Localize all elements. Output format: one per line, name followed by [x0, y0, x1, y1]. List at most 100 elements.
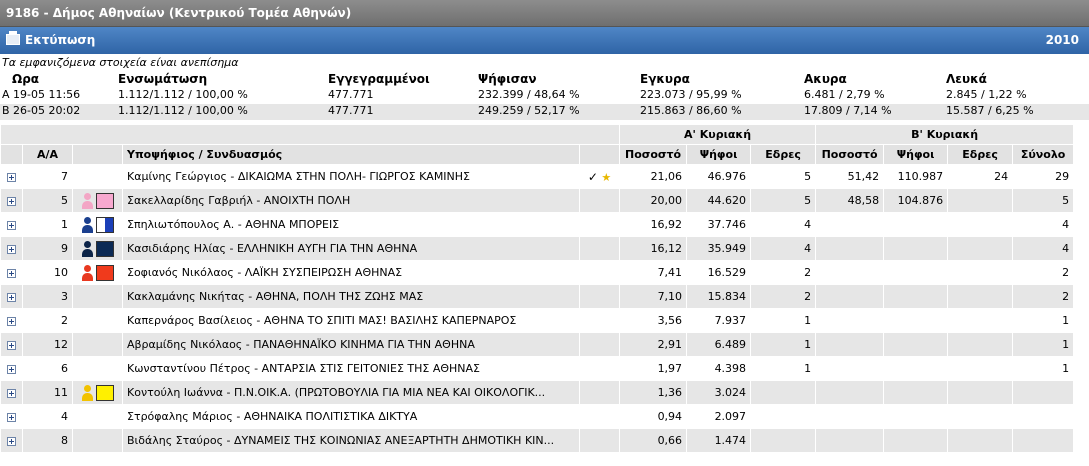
turnout-akyra: 17.809 / 7,14 % — [804, 104, 892, 117]
winner-mark-cell — [578, 260, 621, 285]
candidate-name: Στρόφαλης Μάριος - ΑΘΗΝΑΙΚΑ ΠΟΛΙΤΙΣΤΙΚΑ … — [122, 404, 580, 429]
expand-icon[interactable] — [7, 244, 16, 254]
turnout-summary: Ωρα Ενσωμάτωση Εγγεγραμμένοι Ψήφισαν Εγκ… — [0, 70, 1089, 120]
party-icon-cell — [72, 356, 123, 381]
party-icon-cell — [72, 332, 123, 357]
expand-cell — [0, 332, 23, 357]
candidate-name: Καπερνάρος Βασίλειος - ΑΘΗΝΑ ΤΟ ΣΠΙΤΙ ΜΑ… — [122, 308, 580, 333]
unofficial-note: Τα εμφανιζόμενα στοιχεία είναι ανεπίσημα — [2, 56, 239, 69]
turnout-lefka: 15.587 / 6,25 % — [946, 104, 1034, 117]
party-logo-icon — [81, 264, 115, 282]
expand-icon[interactable] — [7, 412, 16, 422]
total-seats — [1012, 428, 1075, 453]
candidate-row: 11 Κοντούλη Ιωάννα - Π.Ν.ΟΙΚ.Α. (ΠΡΩΤΟΒΟΥ… — [0, 380, 1075, 405]
winner-mark-cell — [578, 428, 621, 453]
expand-icon[interactable] — [7, 436, 16, 446]
candidate-row: 5 Σακελλαρίδης Γαβριήλ - ΑΝΟΙΧΤΗ ΠΟΛΗ 20,0… — [0, 188, 1075, 213]
expand-icon[interactable] — [7, 220, 16, 230]
round-b-pososto — [815, 332, 885, 357]
col-header-psifisan: Ψήφισαν — [478, 72, 537, 86]
round-b-edres — [947, 332, 1014, 357]
col-header-lefka: Λευκά — [946, 72, 987, 86]
total-seats: 5 — [1012, 188, 1075, 213]
round-a-psifoi: 6.489 — [686, 332, 752, 357]
round-a-psifoi: 44.620 — [686, 188, 752, 213]
candidate-name: Κοντούλη Ιωάννα - Π.Ν.ΟΙΚ.Α. (ΠΡΩΤΟΒΟΥΛΙ… — [122, 380, 580, 405]
round-b-pososto — [815, 308, 885, 333]
round-a-psifoi: 4.398 — [686, 356, 752, 381]
person-icon — [81, 384, 94, 401]
round-a-edres — [750, 428, 817, 453]
mark-col-header — [578, 144, 621, 165]
turnout-eggegrammenoi: 477.771 — [328, 104, 374, 117]
expand-cell — [0, 164, 23, 189]
expand-cell — [0, 308, 23, 333]
expand-icon[interactable] — [7, 172, 16, 182]
person-icon — [81, 264, 94, 281]
party-color-swatch — [95, 264, 114, 281]
candidate-aa: 2 — [22, 308, 73, 333]
round-b-edres — [947, 188, 1014, 213]
round-a-pososto: 21,06 — [619, 164, 688, 189]
expand-icon[interactable] — [7, 388, 16, 398]
round-header-spacer — [0, 124, 621, 145]
print-button[interactable]: Εκτύπωση — [6, 27, 95, 54]
person-icon — [81, 240, 94, 257]
expand-cell — [0, 188, 23, 213]
round-b-psifoi — [883, 284, 949, 309]
round-a-edres: 5 — [750, 164, 817, 189]
toolbar: Εκτύπωση 2010 — [0, 27, 1089, 54]
party-icon-cell — [72, 308, 123, 333]
round-b-pososto — [815, 356, 885, 381]
candidate-name: Κωνσταντίνου Πέτρος - ΑΝΤΑΡΣΙΑ ΣΤΙΣ ΓΕΙΤ… — [122, 356, 580, 381]
candidate-aa: 6 — [22, 356, 73, 381]
round-b-edres — [947, 236, 1014, 261]
round-a-pososto: 0,66 — [619, 428, 688, 453]
total-seats — [1012, 380, 1075, 405]
col-header-ensomatosi: Ενσωμάτωση — [118, 72, 208, 86]
expand-cell — [0, 356, 23, 381]
round-b-psifoi — [883, 332, 949, 357]
round-a-psifoi: 3.024 — [686, 380, 752, 405]
round-a-pososto: 1,97 — [619, 356, 688, 381]
window-title: 9186 - Δήμος Αθηναίων (Κεντρικού Τομέα Α… — [6, 6, 352, 20]
round-b-psifoi — [883, 404, 949, 429]
total-seats: 4 — [1012, 212, 1075, 237]
round-a-pososto: 7,41 — [619, 260, 688, 285]
expand-icon[interactable] — [7, 340, 16, 350]
party-color-swatch — [95, 384, 114, 401]
candidate-aa: 12 — [22, 332, 73, 357]
round-b-pososto: 48,58 — [815, 188, 885, 213]
round-a-edres: 2 — [750, 260, 817, 285]
candidate-name: Σακελλαρίδης Γαβριήλ - ΑΝΟΙΧΤΗ ΠΟΛΗ — [122, 188, 580, 213]
turnout-lefka: 2.845 / 1,22 % — [946, 88, 1027, 101]
total-seats: 29 — [1012, 164, 1075, 189]
candidate-aa: 1 — [22, 212, 73, 237]
expand-icon[interactable] — [7, 316, 16, 326]
round-b-header: Β' Κυριακή — [815, 124, 1075, 145]
col-header-b-edres: Εδρες — [947, 144, 1014, 165]
candidate-row: 7 Καμίνης Γεώργιος - ΔΙΚΑΙΩΜΑ ΣΤΗΝ ΠΟΛΗ- … — [0, 164, 1075, 189]
expand-cell — [0, 404, 23, 429]
window-title-bar: 9186 - Δήμος Αθηναίων (Κεντρικού Τομέα Α… — [0, 0, 1089, 27]
col-header-a-psifoi: Ψήφοι — [686, 144, 752, 165]
candidate-aa: 3 — [22, 284, 73, 309]
round-b-edres — [947, 380, 1014, 405]
party-icon-cell — [72, 284, 123, 309]
candidate-row: 12 Αβραμίδης Νικόλαος - ΠΑΝΑΘΗΝΑΪΚΟ ΚΙΝΗΜ… — [0, 332, 1075, 357]
col-header-b-pososto: Ποσοστό — [815, 144, 885, 165]
expand-icon[interactable] — [7, 292, 16, 302]
party-icon-cell — [72, 380, 123, 405]
candidate-aa: 9 — [22, 236, 73, 261]
candidate-row: 6 Κωνσταντίνου Πέτρος - ΑΝΤΑΡΣΙΑ ΣΤΙΣ ΓΕΙ… — [0, 356, 1075, 381]
party-icon-cell — [72, 260, 123, 285]
col-header-candidate: Υποψήφιος / Συνδυασμός — [122, 144, 580, 165]
round-a-psifoi: 35.949 — [686, 236, 752, 261]
expand-icon[interactable] — [7, 196, 16, 206]
expand-icon[interactable] — [7, 364, 16, 374]
col-header-akyra: Ακυρα — [804, 72, 847, 86]
total-seats: 1 — [1012, 332, 1075, 357]
round-b-edres — [947, 308, 1014, 333]
expand-icon[interactable] — [7, 268, 16, 278]
col-header-b-psifoi: Ψήφοι — [883, 144, 949, 165]
